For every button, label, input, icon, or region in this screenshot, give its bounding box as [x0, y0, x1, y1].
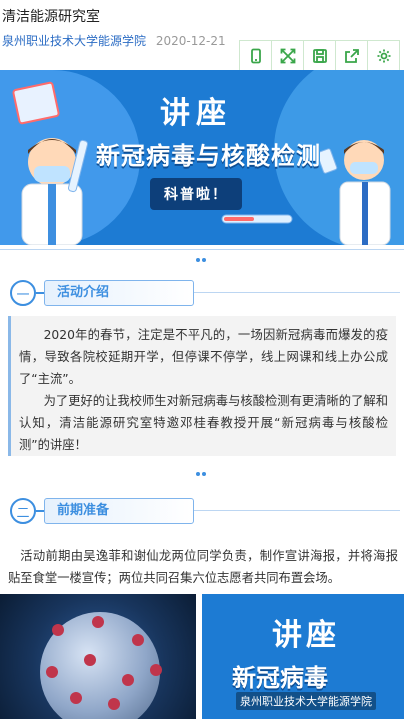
poster-subtitle: 新冠病毒 — [232, 664, 328, 692]
section-number: 二 — [10, 498, 36, 524]
section-title: 活动介绍 — [44, 280, 194, 306]
lecture-banner: 讲座 新冠病毒与核酸检测 科普啦！ — [0, 70, 404, 245]
section-header-preparation: 二 前期准备 — [10, 498, 400, 524]
settings-icon[interactable] — [368, 41, 400, 71]
doctor-right-illustration — [320, 140, 391, 245]
phone-icon[interactable] — [240, 41, 272, 71]
virus-photo[interactable] — [0, 594, 196, 719]
publish-date: 2020-12-21 — [155, 34, 226, 48]
save-icon[interactable] — [304, 41, 336, 71]
section-divider — [0, 247, 404, 262]
watermark: 泉州职业技术大学能源学院 — [236, 692, 376, 710]
section-title: 前期准备 — [44, 498, 194, 524]
banner-heading: 讲座 — [160, 96, 232, 131]
section-number: 一 — [10, 280, 36, 306]
author-link[interactable]: 泉州职业技术大学能源学院 — [2, 34, 146, 48]
reader-toolbar — [239, 40, 400, 71]
poster-heading: 讲座 — [272, 618, 340, 653]
intro-paragraph: 为了更好的让我校师生对新冠病毒与核酸检测有更清晰的了解和认知，清洁能源研究室特邀… — [19, 394, 388, 452]
thermometer-illustration — [221, 214, 293, 224]
article-title: 清洁能源研究室 — [2, 9, 100, 25]
section-header-intro: 一 活动介绍 — [10, 280, 400, 306]
banner-badge: 科普啦！ — [150, 178, 242, 210]
intro-text-box: 2020年的春节，注定是不平凡的，一场因新冠病毒而爆发的疫情，导致各院校延期开学… — [8, 316, 396, 456]
preparation-paragraph: 活动前期由吴逸菲和谢仙龙两位同学负责，制作宣讲海报，并将海报贴至食堂一楼宣传；两… — [8, 549, 398, 585]
share-icon[interactable] — [336, 41, 368, 71]
intro-paragraph: 2020年的春节，注定是不平凡的，一场因新冠病毒而爆发的疫情，导致各院校延期开学… — [19, 328, 388, 386]
section-divider — [0, 461, 404, 476]
banner-subtitle: 新冠病毒与核酸检测 — [96, 142, 321, 170]
article-meta: 泉州职业技术大学能源学院 2020-12-21 — [2, 32, 226, 49]
expand-icon[interactable] — [272, 41, 304, 71]
